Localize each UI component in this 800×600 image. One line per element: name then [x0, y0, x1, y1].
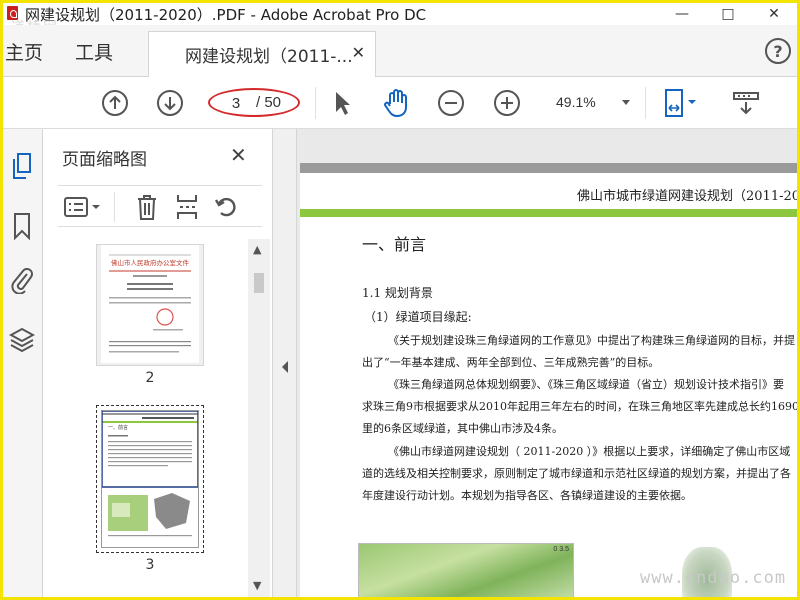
chevron-down-icon	[622, 100, 630, 105]
help-icon[interactable]: ?	[765, 38, 791, 64]
close-tab-icon[interactable]: ✕	[352, 43, 365, 62]
paragraph-line: 道的选线及相关控制要求，原则制定了城市绿道和示范社区绿道的规划方案，并提出了各	[362, 467, 791, 480]
tabs-bar: 主页 工具 网建设规划（2011-... ✕ ?	[3, 25, 797, 77]
extract-pages-icon[interactable]	[172, 192, 202, 222]
thumbnails-panel: 页面缩略图 ✕ 佛山市人民政府办公室文件 2 一、前言 3 ▲ ▼	[44, 129, 272, 597]
paragraph-line: 《珠三角绿道网总体规划纲要》、《珠三角区域绿道（省立）规划设计技术指引》要	[388, 378, 784, 391]
next-page-icon[interactable]	[155, 88, 185, 118]
toolbar-separator	[645, 87, 646, 119]
thumbnail-tools	[58, 185, 262, 227]
attachment-icon[interactable]	[7, 265, 37, 295]
tools-separator	[114, 192, 115, 222]
paragraph-line: 年度建设行动计划。本规划为指导各区、各镇绿道建设的主要依据。	[362, 489, 692, 502]
document-page: 佛山市城市绿道网建设规划（2011-202 一、前言 1.1 规划背景 （1）绿…	[300, 163, 797, 597]
scrollbar-thumb[interactable]	[254, 273, 264, 293]
paragraph-line: 求珠三角9市根据要求从2010年起用三年左右的时间，在珠三角地区率先建成总长约1…	[362, 400, 797, 413]
thumbnails-scrollbar[interactable]: ▲ ▼	[248, 239, 270, 597]
layers-icon[interactable]	[7, 325, 37, 355]
page-number-input[interactable]	[218, 93, 254, 113]
zoom-out-icon[interactable]	[436, 88, 466, 118]
zoom-in-icon[interactable]	[492, 88, 522, 118]
minimize-button[interactable]: —	[659, 3, 705, 25]
options-menu-icon[interactable]	[62, 192, 104, 222]
close-window-button[interactable]: ✕	[751, 3, 797, 25]
map-scale: 0 3.5	[553, 546, 569, 553]
tools-tab[interactable]: 工具	[75, 38, 113, 65]
scroll-down-icon[interactable]: ▼	[253, 579, 261, 592]
subsection-heading: 1.1 规划背景	[362, 286, 433, 300]
rotate-icon[interactable]	[212, 192, 242, 222]
thumb-page-heading: 一、前言	[108, 424, 128, 431]
document-view[interactable]: 佛山市城市绿道网建设规划（2011-202 一、前言 1.1 规划背景 （1）绿…	[297, 129, 797, 597]
paragraph-line: 《佛山市绿道网建设规划（ 2011-2020 ）》根据以上要求，详细确定了佛山市…	[388, 445, 791, 458]
scroll-up-icon[interactable]: ▲	[253, 243, 261, 256]
page-number-box: / 50	[208, 88, 300, 117]
delete-icon[interactable]	[132, 192, 162, 222]
main-toolbar: / 50 49.1%	[3, 77, 797, 129]
thumbnail-page-2: 佛山市人民政府办公室文件	[101, 245, 199, 363]
left-rail	[3, 129, 43, 597]
panel-title: 页面缩略图	[62, 150, 147, 170]
document-running-header: 佛山市城市绿道网建设规划（2011-202	[577, 189, 797, 204]
hand-tool-icon[interactable]	[381, 88, 411, 118]
thumbnail-label: 3	[145, 557, 155, 573]
page-total: / 50	[256, 94, 282, 111]
paragraph-line: 里的6条区域绿道，其中佛山市涉及4条。	[362, 422, 563, 435]
map-image: 0 3.5	[358, 543, 574, 597]
close-panel-icon[interactable]: ✕	[230, 143, 247, 167]
header-rule	[300, 209, 797, 217]
panel-splitter[interactable]	[272, 129, 297, 597]
paragraph-line: 《关于规划建设珠三角绿道网的工作意见》中提出了构建珠三角绿道网的目标，并提	[388, 334, 795, 347]
watermark-bottom-right: www.cndao.com	[640, 568, 787, 588]
maximize-button[interactable]: □	[705, 3, 751, 25]
title-bar: 网建设规划（2011-2020）.PDF - Adobe Acrobat Pro…	[3, 3, 797, 36]
previous-page-icon[interactable]	[100, 88, 130, 118]
toolbar-separator	[315, 87, 316, 119]
item-heading: （1）绿道项目缘起:	[364, 310, 472, 324]
page-thumbnail[interactable]: 佛山市人民政府办公室文件	[96, 244, 204, 366]
page-thumbnail-selected[interactable]: 一、前言	[96, 405, 204, 553]
page-thumbnails-icon[interactable]	[7, 151, 37, 181]
select-tool-icon[interactable]	[327, 88, 357, 118]
thumb-doc-header: 佛山市人民政府办公室文件	[111, 258, 190, 267]
collapse-panel-icon[interactable]	[282, 361, 288, 373]
page-fit-icon[interactable]	[661, 88, 707, 118]
thumbnail-page-3: 一、前言	[101, 410, 199, 548]
bookmark-icon[interactable]	[7, 211, 37, 241]
home-tab[interactable]: 主页	[5, 38, 43, 65]
page-top-bar	[300, 163, 797, 173]
thumbnails-list: 佛山市人民政府办公室文件 2 一、前言 3	[44, 239, 270, 597]
zoom-dropdown[interactable]: 49.1%	[548, 91, 636, 115]
document-tab[interactable]: 网建设规划（2011-... ✕	[148, 31, 376, 77]
section-heading: 一、前言	[362, 235, 427, 254]
paragraph-line: 出了“一年基本建成、两年全部到位、三年成熟完善”的目标。	[362, 356, 660, 369]
scroll-mode-icon[interactable]	[731, 88, 761, 118]
window-title: 网建设规划（2011-2020）.PDF - Adobe Acrobat Pro…	[25, 6, 427, 24]
thumbnail-label: 2	[145, 370, 155, 386]
zoom-value: 49.1%	[556, 94, 596, 110]
document-tab-label: 网建设规划（2011-...	[185, 47, 353, 67]
